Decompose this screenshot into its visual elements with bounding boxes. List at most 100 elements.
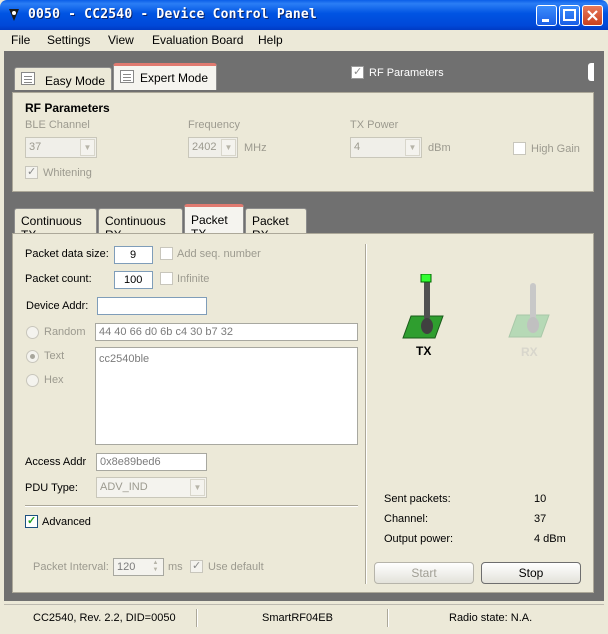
status-separator	[387, 609, 389, 627]
output-power-label: Output power:	[384, 533, 454, 545]
packet-data-size-label: Packet data size:	[25, 248, 109, 260]
tx-power-select[interactable]: 4 ▼	[350, 137, 422, 158]
access-addr-input[interactable]: 0x8e89bed6	[96, 453, 207, 471]
frequency-unit: MHz	[244, 142, 267, 154]
divider	[25, 505, 358, 507]
menu-view-label: View	[108, 33, 134, 47]
status-radio-state: Radio state: N.A.	[449, 612, 533, 624]
rx-label: RX	[521, 345, 538, 359]
sent-packets-value: 10	[534, 493, 547, 505]
hex-radio[interactable]	[26, 374, 39, 387]
tx-power-value: 4	[354, 141, 361, 153]
vertical-divider	[365, 244, 367, 584]
output-power-value: 4 dBm	[534, 533, 566, 545]
packet-interval-unit: ms	[168, 561, 183, 573]
rf-parameters-heading: RF Parameters	[25, 101, 110, 115]
packet-count-label: Packet count:	[25, 273, 92, 285]
panel-edge	[588, 63, 594, 81]
menu-help-label: Help	[258, 33, 283, 47]
tab-packet-tx[interactable]: Packet TX	[184, 204, 244, 241]
frequency-label: Frequency	[188, 119, 240, 131]
packet-data-size-input[interactable]: 9	[114, 246, 153, 264]
pdu-type-value: ADV_IND	[100, 481, 148, 493]
text-radio[interactable]	[26, 350, 39, 363]
stop-button[interactable]: Stop	[481, 562, 581, 584]
rx-antenna-icon	[508, 283, 550, 338]
packet-interval-value: 120	[117, 561, 136, 573]
channel-value: 37	[534, 513, 547, 525]
channel-label: Channel:	[384, 513, 429, 525]
infinite-checkbox[interactable]	[160, 272, 173, 285]
minimize-button[interactable]	[536, 5, 557, 26]
frequency-select[interactable]: 2402 ▼	[188, 137, 238, 158]
chevron-down-icon: ▼	[190, 479, 205, 496]
hex-label: Hex	[44, 374, 64, 386]
device-addr-input[interactable]	[97, 297, 207, 315]
device-addr-label: Device Addr:	[26, 300, 89, 312]
random-address-value: 44 40 66 d0 6b c4 30 b7 32	[99, 326, 233, 338]
ble-channel-label: BLE Channel	[25, 119, 90, 131]
close-icon	[587, 10, 598, 21]
menu-help[interactable]: Help	[258, 33, 283, 47]
menu-settings[interactable]: Settings	[47, 33, 90, 47]
tx-antenna-icon	[402, 274, 444, 339]
chevron-down-icon: ▼	[80, 139, 95, 156]
text-payload-value: cc2540ble	[99, 353, 150, 365]
advanced-checkbox[interactable]	[25, 514, 38, 528]
packet-count-value: 100	[124, 274, 143, 286]
pdu-type-select[interactable]: ADV_IND ▼	[96, 477, 207, 498]
menu-file-label: File	[11, 33, 31, 47]
spinner-arrows-icon: ▲ ▼	[152, 560, 159, 573]
title-bar[interactable]: 0050 - CC2540 - Device Control Panel	[0, 0, 608, 30]
app-icon	[9, 9, 19, 21]
tab-expert-mode-label: Expert Mode	[140, 71, 209, 85]
start-button[interactable]: Start	[374, 562, 474, 584]
minimize-icon	[542, 19, 549, 22]
expert-mode-icon	[120, 70, 134, 83]
advanced-label: Advanced	[42, 516, 91, 528]
status-device: CC2540, Rev. 2.2, DID=0050	[33, 612, 176, 624]
rf-parameters-toggle[interactable]	[351, 65, 364, 79]
start-button-label: Start	[411, 566, 437, 580]
tab-expert-mode[interactable]: Expert Mode	[113, 63, 217, 90]
tab-continuous-tx[interactable]: Continuous TX	[14, 208, 97, 242]
tx-power-unit: dBm	[428, 142, 451, 154]
tab-easy-mode[interactable]: Easy Mode	[14, 67, 112, 90]
text-label: Text	[44, 350, 65, 362]
menu-evaluation-board-label: Evaluation Board	[152, 33, 244, 47]
menu-evaluation-board[interactable]: Evaluation Board	[152, 33, 243, 47]
high-gain-label: High Gain	[531, 143, 580, 155]
sent-packets-label: Sent packets:	[384, 493, 451, 505]
menu-bar: File Settings View Evaluation Board Help	[4, 30, 604, 51]
random-radio[interactable]	[26, 326, 39, 339]
high-gain-checkbox[interactable]	[513, 142, 526, 155]
whitening-checkbox[interactable]	[25, 165, 38, 179]
access-addr-label: Access Addr	[25, 456, 87, 468]
tab-continuous-rx[interactable]: Continuous RX	[98, 208, 183, 242]
chevron-down-icon: ▼	[221, 139, 236, 156]
rf-parameters-panel: RF Parameters BLE Channel 37 ▼ Frequency…	[12, 92, 594, 192]
menu-file[interactable]: File	[11, 33, 30, 47]
menu-view[interactable]: View	[108, 33, 134, 47]
ble-channel-select[interactable]: 37 ▼	[25, 137, 97, 158]
maximize-icon	[563, 9, 576, 21]
tx-label: TX	[416, 344, 432, 358]
access-addr-value: 0x8e89bed6	[100, 456, 161, 468]
tab-easy-mode-label: Easy Mode	[45, 74, 106, 88]
close-button[interactable]	[582, 5, 603, 26]
tab-packet-rx[interactable]: Packet RX	[245, 208, 307, 242]
packet-interval-spinner[interactable]: 120 ▲ ▼	[113, 558, 164, 576]
window-title: 0050 - CC2540 - Device Control Panel	[28, 7, 317, 22]
maximize-button[interactable]	[559, 5, 580, 26]
use-default-checkbox[interactable]	[190, 559, 203, 573]
random-address-field: 44 40 66 d0 6b c4 30 b7 32	[95, 323, 358, 341]
text-payload-area[interactable]: cc2540ble	[95, 347, 358, 445]
tx-power-label: TX Power	[350, 119, 399, 131]
packet-count-input[interactable]: 100	[114, 271, 153, 289]
stop-button-label: Stop	[518, 566, 544, 580]
add-seq-number-label: Add seq. number	[177, 248, 261, 260]
ble-channel-value: 37	[29, 141, 42, 153]
add-seq-number-checkbox[interactable]	[160, 247, 173, 260]
rf-parameters-toggle-label: RF Parameters	[369, 67, 444, 79]
random-label: Random	[44, 326, 86, 338]
